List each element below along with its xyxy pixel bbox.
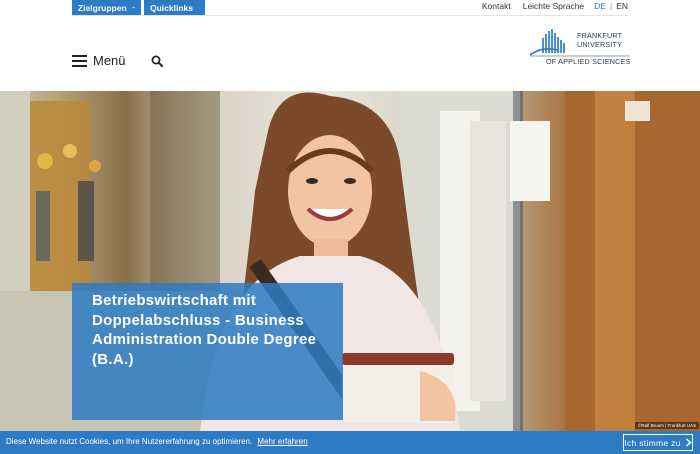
hamburger-icon: [72, 54, 87, 67]
chevron-right-icon: [685, 438, 692, 447]
photo-credit: ©Ralf Bruum | Frankfurt UAS: [635, 422, 699, 429]
cookie-banner: Diese Website nutzt Cookies, um Ihre Nut…: [0, 431, 700, 454]
kontakt-link[interactable]: Kontakt: [482, 1, 511, 11]
menu-button[interactable]: Menü: [72, 53, 126, 68]
language-en-link[interactable]: EN: [616, 1, 628, 11]
logo-text: FRANKFURT UNIVERSITY: [577, 31, 623, 49]
search-icon[interactable]: [151, 55, 163, 67]
chevron-down-icon: [198, 7, 199, 8]
hero-title: Betriebswirtschaft mit Doppelabschluss -…: [92, 292, 317, 368]
cookie-accept-label: Ich stimme zu: [624, 437, 681, 448]
cookie-more-link[interactable]: Mehr erfahren: [257, 437, 307, 446]
logo-line-2: UNIVERSITY: [577, 39, 623, 49]
quicklinks-dropdown[interactable]: Quicklinks: [144, 0, 205, 15]
hero-image: ©Ralf Bruum | Frankfurt UAS Betriebswirt…: [0, 91, 700, 431]
chevron-down-icon: [131, 6, 135, 9]
topbar-divider: [72, 15, 628, 16]
cookie-text: Diese Website nutzt Cookies, um Ihre Nut…: [6, 437, 253, 446]
zielgruppen-dropdown[interactable]: Zielgruppen: [72, 0, 141, 15]
leichte-sprache-link[interactable]: Leichte Sprache: [523, 1, 584, 11]
language-de-link[interactable]: DE: [594, 1, 606, 11]
zielgruppen-label: Zielgruppen: [78, 2, 127, 13]
quicklinks-label: Quicklinks: [150, 2, 193, 13]
top-links: Kontakt Leichte Sprache DE | EN: [470, 0, 628, 12]
menu-label: Menü: [93, 53, 126, 68]
logo-line-3: OF APPLIED SCIENCES: [546, 57, 631, 66]
cookie-accept-button[interactable]: Ich stimme zu: [623, 434, 693, 451]
cookie-text-container: Diese Website nutzt Cookies, um Ihre Nut…: [6, 437, 308, 446]
language-separator: |: [609, 1, 613, 11]
top-utility-bar: Zielgruppen Quicklinks Kontakt Leichte S…: [0, 0, 700, 15]
university-logo[interactable]: FRANKFURT UNIVERSITY OF APPLIED SCIENCES: [530, 29, 630, 71]
hero-title-box: Betriebswirtschaft mit Doppelabschluss -…: [72, 283, 343, 420]
